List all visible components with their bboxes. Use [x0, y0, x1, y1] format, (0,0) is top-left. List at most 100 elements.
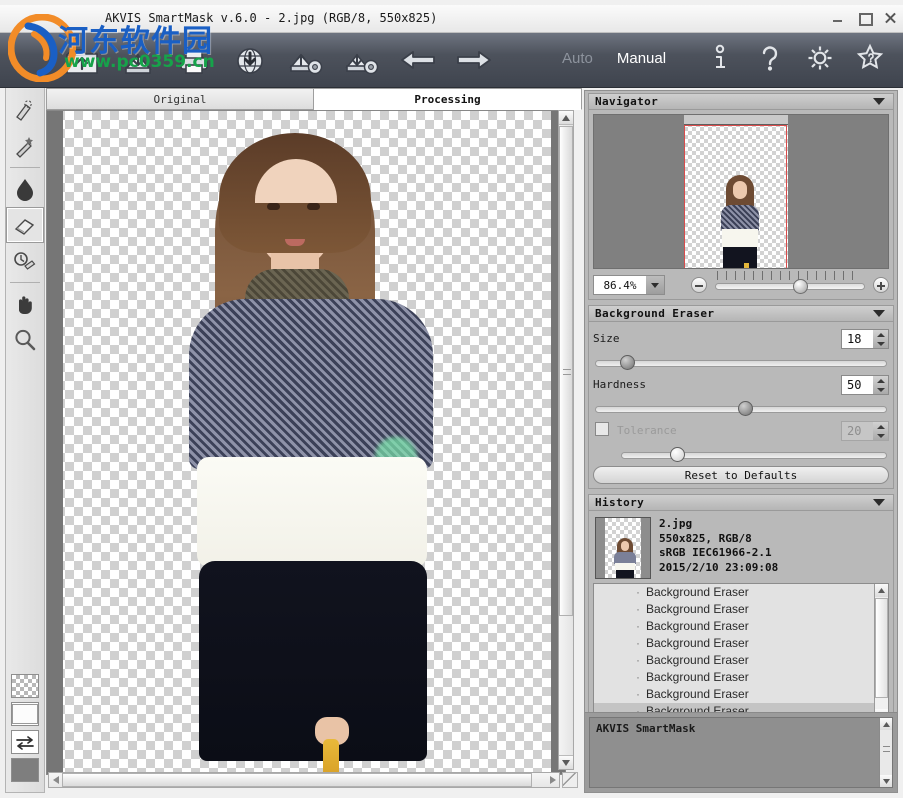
save-image-button[interactable] [116, 38, 160, 82]
swap-colors-button[interactable] [11, 730, 39, 754]
history-scrollbar[interactable] [874, 584, 888, 722]
list-item[interactable]: Background Eraser [594, 618, 874, 635]
publish-button[interactable] [228, 38, 272, 82]
tool-zoom[interactable] [6, 322, 44, 358]
size-slider[interactable] [593, 354, 889, 370]
tolerance-increment-icon [873, 422, 888, 431]
tool-palette [5, 88, 45, 793]
scroll-left-icon[interactable] [49, 773, 62, 787]
tool-quick-selection[interactable] [6, 92, 44, 128]
info-icon[interactable] [705, 41, 735, 75]
history-panel-header[interactable]: History [588, 494, 894, 511]
undo-button[interactable] [396, 38, 440, 82]
tool-history-brush[interactable] [6, 243, 44, 279]
chevron-down-icon[interactable] [873, 98, 885, 105]
hints-scrollbar[interactable] [879, 718, 892, 787]
canvas-horizontal-scrollbar[interactable] [48, 772, 560, 788]
image-canvas[interactable] [46, 110, 566, 775]
list-item[interactable]: Background Eraser [594, 635, 874, 652]
tab-original[interactable]: Original [46, 88, 314, 110]
hints-scroll-grip [883, 746, 890, 752]
reset-to-defaults-button[interactable]: Reset to Defaults [593, 466, 889, 484]
hardness-slider-thumb[interactable] [738, 401, 753, 416]
hardness-decrement-icon[interactable] [873, 385, 888, 394]
redo-button[interactable] [452, 38, 496, 82]
horizontal-scroll-thumb[interactable] [62, 773, 532, 787]
size-slider-thumb[interactable] [620, 355, 635, 370]
scroll-down-icon[interactable] [559, 755, 573, 769]
load-preset-button[interactable] [284, 38, 328, 82]
maximize-icon[interactable] [857, 11, 871, 25]
tolerance-slider [619, 446, 889, 462]
list-item[interactable]: Background Eraser [594, 686, 874, 703]
tool-hand[interactable] [6, 286, 44, 322]
window-title: AKVIS SmartMask v.6.0 - 2.jpg (RGB/8, 55… [105, 11, 437, 25]
save-preset-button[interactable] [340, 38, 384, 82]
list-item[interactable]: Background Eraser [594, 652, 874, 669]
scroll-right-icon[interactable] [546, 773, 559, 787]
navigator-body: 86.4% [588, 110, 894, 300]
minimize-icon[interactable] [831, 11, 845, 25]
size-decrement-icon[interactable] [873, 339, 888, 348]
window-resize-grip[interactable] [562, 772, 578, 788]
size-increment-icon[interactable] [873, 330, 888, 339]
list-item[interactable]: Background Eraser [594, 584, 874, 601]
hints-scroll-up-icon[interactable] [880, 718, 892, 730]
zoom-level-value: 86.4% [594, 279, 646, 292]
hardness-spinner[interactable]: 50 [841, 375, 889, 395]
tool-magic-wand[interactable] [6, 128, 44, 164]
tool-drop[interactable] [6, 171, 44, 207]
history-timestamp: 2015/2/10 23:09:08 [659, 561, 778, 576]
hints-scroll-down-icon[interactable] [880, 775, 893, 787]
hardness-increment-icon[interactable] [873, 376, 888, 385]
tab-auto[interactable]: Auto [562, 50, 593, 67]
gear-icon[interactable] [805, 41, 835, 75]
history-list[interactable]: Background Eraser Background Eraser Back… [593, 583, 889, 723]
tool-background-eraser[interactable] [6, 207, 44, 243]
checkerboard-icon [12, 675, 38, 697]
chevron-down-icon[interactable] [646, 276, 664, 294]
hints-box: AKVIS SmartMask [589, 717, 893, 788]
foreground-color-swatch[interactable] [11, 758, 39, 782]
history-scroll-up-icon[interactable] [875, 584, 888, 597]
history-title: History [595, 496, 644, 509]
tool-divider-1 [10, 167, 40, 168]
tab-manual[interactable]: Manual [617, 50, 666, 67]
zoom-in-button[interactable] [873, 277, 889, 293]
canvas-vertical-scrollbar[interactable] [558, 110, 574, 770]
navigator-preview[interactable] [593, 114, 889, 269]
close-icon[interactable] [883, 11, 897, 25]
zoom-level-combo[interactable]: 86.4% [593, 275, 665, 295]
zoom-slider[interactable] [713, 275, 867, 295]
zoom-slider-thumb[interactable] [793, 279, 808, 294]
history-items: Background Eraser Background Eraser Back… [594, 584, 874, 720]
print-image-button[interactable] [172, 38, 216, 82]
transparency-swatch[interactable] [11, 674, 39, 698]
history-image-info: 2.jpg 550x825, RGB/8 sRGB IEC61966-2.1 2… [593, 515, 889, 583]
list-item[interactable]: Background Eraser [594, 601, 874, 618]
size-spinner[interactable]: 18 [841, 329, 889, 349]
history-dimensions: 550x825, RGB/8 [659, 532, 778, 547]
vertical-scroll-thumb[interactable] [559, 126, 573, 616]
scroll-up-icon[interactable] [559, 111, 573, 125]
history-scroll-thumb[interactable] [875, 598, 888, 698]
hardness-value[interactable]: 50 [842, 376, 873, 394]
zoom-out-button[interactable] [691, 277, 707, 293]
mode-tabs: Auto Manual [562, 50, 666, 67]
star-question-icon[interactable] [855, 41, 885, 75]
size-value[interactable]: 18 [842, 330, 873, 348]
color-swatches [6, 670, 44, 786]
list-item[interactable]: Background Eraser [594, 669, 874, 686]
chevron-down-icon[interactable] [873, 310, 885, 317]
tolerance-checkbox[interactable] [595, 422, 609, 436]
open-image-button[interactable] [60, 38, 104, 82]
navigator-panel-header[interactable]: Navigator [588, 93, 894, 110]
question-icon[interactable] [755, 41, 785, 75]
background-color-swatch[interactable] [11, 702, 39, 726]
hardness-slider[interactable] [593, 400, 889, 416]
background-eraser-panel-header[interactable]: Background Eraser [588, 305, 894, 322]
history-color-profile: sRGB IEC61966-2.1 [659, 546, 778, 561]
chevron-down-icon[interactable] [873, 499, 885, 506]
white-square-icon [12, 704, 38, 724]
tab-processing[interactable]: Processing [314, 88, 582, 110]
